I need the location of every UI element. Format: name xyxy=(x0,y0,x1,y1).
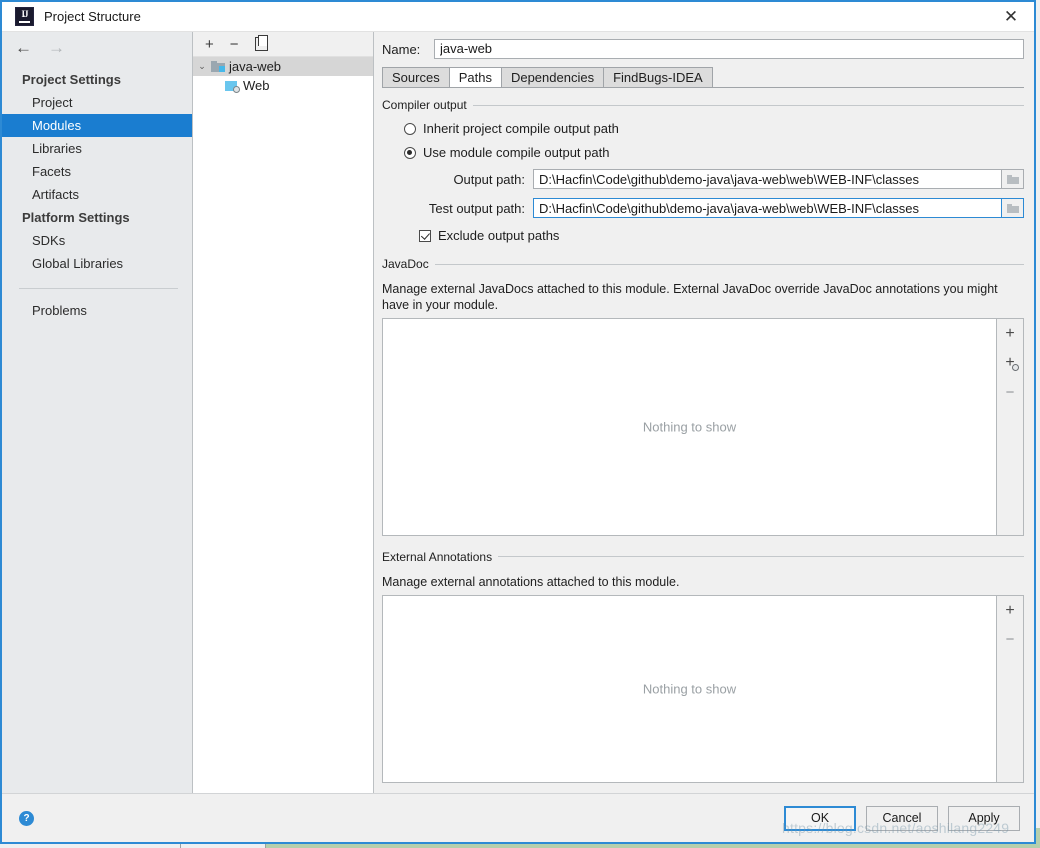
inherit-output-row[interactable]: Inherit project compile output path xyxy=(404,121,1024,136)
close-icon[interactable]: ✕ xyxy=(988,2,1034,31)
caption-rule xyxy=(434,263,1024,265)
tree-node-label: Web xyxy=(243,78,270,93)
output-path-label: Output path: xyxy=(453,171,525,187)
sidebar-item-libraries[interactable]: Libraries xyxy=(2,137,192,160)
compiler-output-caption-text: Compiler output xyxy=(382,98,467,112)
module-name-label: Name: xyxy=(382,41,421,57)
module-output-label: Use module compile output path xyxy=(423,145,610,160)
output-path-browse-button[interactable] xyxy=(1002,169,1024,189)
external-annotations-caption: External Annotations xyxy=(379,550,1024,564)
javadoc-group: JavaDoc Manage external JavaDocs attache… xyxy=(379,257,1024,536)
sidebar-item-global-libraries[interactable]: Global Libraries xyxy=(2,252,192,275)
sidebar-group-project-settings: Project Settings xyxy=(22,72,121,87)
javadoc-caption-text: JavaDoc xyxy=(382,257,429,271)
module-name-input[interactable] xyxy=(434,39,1024,59)
test-output-path-browse-button[interactable] xyxy=(1002,198,1024,218)
dialog-footer: ? OK Cancel Apply xyxy=(2,793,1034,842)
remove-module-icon[interactable]: − xyxy=(230,37,239,52)
tree-node-web[interactable]: Web xyxy=(193,76,373,95)
javadoc-list-wrap: Nothing to show + + − xyxy=(382,318,1024,536)
sidebar-item-sdks[interactable]: SDKs xyxy=(2,229,192,252)
footer-buttons: OK Cancel Apply xyxy=(784,805,1020,831)
javadoc-caption: JavaDoc xyxy=(379,257,1024,271)
forward-arrow-icon[interactable]: → xyxy=(48,39,65,56)
javadoc-add-button[interactable]: + xyxy=(1000,325,1020,343)
javadoc-description: Manage external JavaDocs attached to thi… xyxy=(382,282,998,312)
sidebar-divider xyxy=(19,288,178,289)
sidebar-item-facets[interactable]: Facets xyxy=(2,160,192,183)
dialog-titlebar: Project Structure ✕ xyxy=(2,2,1034,32)
javadoc-remove-button[interactable]: − xyxy=(1000,383,1020,401)
inherit-output-radio[interactable] xyxy=(404,122,416,135)
folder-icon xyxy=(1006,203,1019,213)
inherit-output-label: Inherit project compile output path xyxy=(423,121,619,136)
external-annotations-add-button[interactable]: + xyxy=(1000,602,1020,620)
test-output-path-row: Test output path: D:\Hacfin\Code\github\… xyxy=(379,198,1024,218)
external-annotations-list-wrap: Nothing to show + − xyxy=(382,594,1024,783)
cancel-button[interactable]: Cancel xyxy=(866,805,938,831)
add-module-icon[interactable]: + xyxy=(205,37,214,52)
copy-module-icon[interactable] xyxy=(254,35,268,51)
module-output-radio[interactable] xyxy=(404,146,416,159)
tab-paths[interactable]: Paths xyxy=(448,67,502,87)
sidebar-item-problems[interactable]: Problems xyxy=(2,299,192,322)
dialog-title: Project Structure xyxy=(44,9,141,24)
module-output-row[interactable]: Use module compile output path xyxy=(404,145,1024,160)
back-arrow-icon[interactable]: ← xyxy=(15,39,32,56)
output-path-input[interactable]: D:\Hacfin\Code\github\demo-java\java-web… xyxy=(533,169,1002,189)
exclude-output-paths-row[interactable]: Exclude output paths xyxy=(419,228,1024,243)
external-annotations-list-buttons: + − xyxy=(997,594,1024,783)
help-icon[interactable]: ? xyxy=(19,810,34,826)
tab-dependencies[interactable]: Dependencies xyxy=(500,67,605,87)
javadoc-list[interactable]: Nothing to show xyxy=(382,318,997,536)
module-tree: ⌄ java-web Web xyxy=(193,57,373,793)
module-tree-panel: + − ⌄ java-web Web xyxy=(193,32,374,793)
web-facet-icon xyxy=(225,80,240,93)
exclude-output-paths-checkbox[interactable] xyxy=(419,229,431,242)
external-annotations-empty-text: Nothing to show xyxy=(642,681,737,697)
module-editor-panel: Name: Sources Paths Dependencies FindBug… xyxy=(374,32,1034,793)
compiler-output-group: Compiler output Inherit project compile … xyxy=(379,98,1024,243)
external-annotations-remove-button[interactable]: − xyxy=(1000,631,1020,649)
module-tree-toolbar: + − xyxy=(193,32,373,57)
tree-node-java-web[interactable]: ⌄ java-web xyxy=(193,57,373,76)
output-path-row: Output path: D:\Hacfin\Code\github\demo-… xyxy=(379,169,1024,189)
project-structure-dialog: Project Structure ✕ ← → Project Settings… xyxy=(0,0,1036,844)
sidebar-item-modules[interactable]: Modules xyxy=(2,114,192,137)
sidebar-nav-list: Project Settings Project Modules Librari… xyxy=(2,62,192,322)
sidebar-nav-arrows: ← → xyxy=(2,32,192,62)
tree-node-label: java-web xyxy=(229,59,282,74)
intellij-logo-icon xyxy=(15,7,34,26)
settings-sidebar: ← → Project Settings Project Modules Lib… xyxy=(2,32,193,793)
tab-findbugs-idea[interactable]: FindBugs-IDEA xyxy=(603,67,713,87)
compiler-output-caption: Compiler output xyxy=(379,98,1024,112)
external-annotations-list[interactable]: Nothing to show xyxy=(382,594,997,783)
ok-button[interactable]: OK xyxy=(784,805,856,831)
test-output-path-label: Test output path: xyxy=(428,200,525,216)
dialog-body: ← → Project Settings Project Modules Lib… xyxy=(2,32,1034,793)
javadoc-list-buttons: + + − xyxy=(997,318,1024,536)
javadoc-empty-text: Nothing to show xyxy=(642,419,737,435)
module-tabs: Sources Paths Dependencies FindBugs-IDEA xyxy=(379,66,1024,87)
sidebar-item-project[interactable]: Project xyxy=(2,91,192,114)
caption-rule xyxy=(472,104,1024,106)
module-folder-icon xyxy=(211,61,225,72)
apply-button[interactable]: Apply xyxy=(948,805,1020,831)
test-output-path-input[interactable]: D:\Hacfin\Code\github\demo-java\java-web… xyxy=(533,198,1002,218)
external-annotations-description: Manage external annotations attached to … xyxy=(382,574,680,589)
caption-rule xyxy=(498,556,1024,557)
paths-tab-panel: Compiler output Inherit project compile … xyxy=(379,88,1024,793)
module-name-row: Name: xyxy=(379,32,1024,66)
chevron-down-icon[interactable]: ⌄ xyxy=(193,61,211,72)
javadoc-add-url-button[interactable]: + xyxy=(1000,354,1020,372)
external-annotations-caption-text: External Annotations xyxy=(382,549,493,564)
exclude-output-paths-label: Exclude output paths xyxy=(438,228,560,243)
sidebar-item-artifacts[interactable]: Artifacts xyxy=(2,183,192,206)
tab-sources[interactable]: Sources xyxy=(382,67,450,87)
sidebar-group-platform-settings: Platform Settings xyxy=(22,210,130,225)
folder-icon xyxy=(1006,174,1019,184)
external-annotations-group: External Annotations Manage external ann… xyxy=(379,550,1024,794)
